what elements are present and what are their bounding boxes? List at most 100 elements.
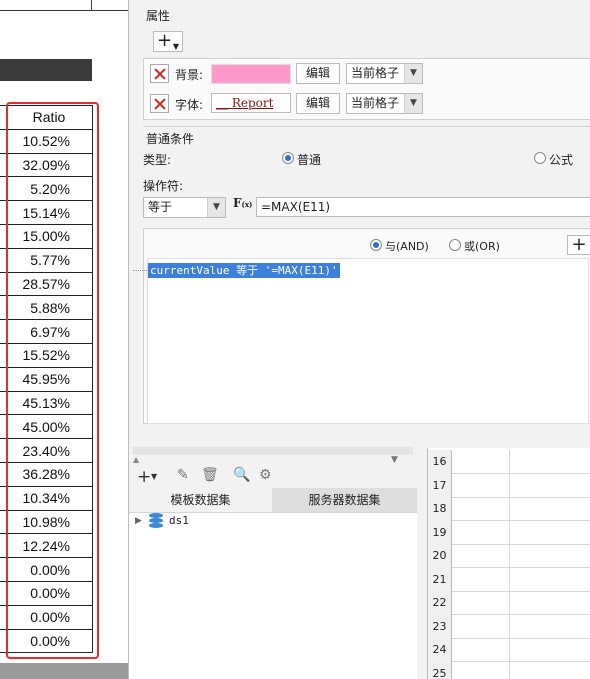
sheet-row[interactable]: 17 xyxy=(428,473,590,498)
dataset-item[interactable]: ds1 xyxy=(169,514,189,527)
row-number[interactable]: 19 xyxy=(428,520,452,545)
condition-item[interactable]: currentValue 等于 '=MAX(E11)' xyxy=(148,263,340,278)
tab-server-dataset[interactable]: 服务器数据集 xyxy=(272,488,417,512)
type-formula-label: 公式 xyxy=(549,153,574,167)
sheet-cell[interactable] xyxy=(452,591,510,615)
logic-and-radio[interactable] xyxy=(370,239,382,251)
row-number[interactable]: 22 xyxy=(428,591,452,615)
sheet-row[interactable]: 19 xyxy=(428,520,590,545)
sheet-row[interactable]: 20 xyxy=(428,544,590,568)
ratio-cell[interactable]: 15.14% xyxy=(0,200,93,225)
font-preview[interactable]: __ Report xyxy=(211,93,291,113)
row-number[interactable]: 20 xyxy=(428,544,452,568)
operator-value: 等于 xyxy=(148,200,173,214)
ratio-cell[interactable]: 0.00% xyxy=(0,604,93,630)
ratio-cell[interactable]: 45.00% xyxy=(0,414,93,440)
sheet-row[interactable]: 22 xyxy=(428,591,590,615)
ratio-cell[interactable]: 0.00% xyxy=(0,628,93,654)
sheet-cell[interactable] xyxy=(452,473,510,498)
row-number[interactable]: 24 xyxy=(428,638,452,662)
add-dataset-icon[interactable]: + xyxy=(137,467,151,487)
plus-icon: + xyxy=(571,234,587,255)
collapse-up-icon[interactable]: ▲ xyxy=(133,455,141,464)
plus-icon: + xyxy=(157,30,173,51)
sheet-cell[interactable] xyxy=(452,614,510,639)
logic-or-radio[interactable] xyxy=(449,239,461,251)
ratio-cell[interactable]: 15.00% xyxy=(0,223,93,249)
sheet-row[interactable]: 25 xyxy=(428,661,590,679)
server-dataset-icon[interactable]: ⚙ xyxy=(259,467,272,485)
ratio-cell[interactable]: 0.00% xyxy=(0,580,93,606)
sheet-row[interactable]: 23 xyxy=(428,614,590,639)
dataset-tree xyxy=(129,512,417,679)
remove-icon[interactable] xyxy=(150,94,169,113)
delete-icon[interactable]: 🗑 xyxy=(201,467,219,485)
row-number[interactable]: 21 xyxy=(428,567,452,592)
ratio-cell[interactable]: 15.52% xyxy=(0,342,93,368)
expand-arrow-icon[interactable]: ▶ xyxy=(135,516,142,526)
horizontal-scrollbar[interactable] xyxy=(133,447,413,455)
ratio-header[interactable]: Ratio xyxy=(0,105,93,130)
sheet-cell[interactable] xyxy=(452,520,510,545)
type-normal-radio[interactable] xyxy=(282,152,294,164)
sheet-scrollbar[interactable] xyxy=(0,663,128,679)
tab-template-dataset[interactable]: 模板数据集 xyxy=(129,488,272,512)
ratio-cell[interactable]: 10.98% xyxy=(0,509,93,535)
font-scope-select[interactable]: 当前格子 ▼ xyxy=(346,93,423,114)
chevron-down-icon: ▼ xyxy=(172,42,179,51)
preview-icon[interactable]: 🔍 xyxy=(233,467,250,485)
row-number[interactable]: 25 xyxy=(428,661,452,679)
row-number[interactable]: 23 xyxy=(428,614,452,639)
sheet-cell[interactable] xyxy=(452,638,510,662)
ratio-cell[interactable]: 32.09% xyxy=(0,152,93,178)
sheet-row[interactable]: 18 xyxy=(428,497,590,521)
remove-icon[interactable] xyxy=(150,64,169,83)
ratio-cell[interactable]: 10.34% xyxy=(0,485,93,511)
type-label: 类型: xyxy=(143,153,172,167)
chevron-down-icon: ▼ xyxy=(207,198,225,217)
ratio-cell[interactable]: 5.88% xyxy=(0,295,93,321)
font-scope-value: 当前格子 xyxy=(351,96,400,110)
edit-background-button[interactable]: 编辑 xyxy=(296,63,340,84)
add-condition-button[interactable]: + xyxy=(567,235,590,255)
ratio-cell[interactable]: 6.97% xyxy=(0,319,93,344)
dark-header-cell xyxy=(0,59,92,81)
background-label: 背景: xyxy=(175,68,204,82)
row-number[interactable]: 18 xyxy=(428,497,452,521)
sheet-row[interactable]: 24 xyxy=(428,638,590,662)
sheet-row[interactable]: 16 xyxy=(428,450,590,474)
ratio-cell[interactable]: 36.28% xyxy=(0,461,93,487)
ratio-cell[interactable]: 12.24% xyxy=(0,533,93,559)
sheet-cell[interactable] xyxy=(452,450,510,474)
row-number[interactable]: 17 xyxy=(428,473,452,498)
ratio-cell[interactable]: 28.57% xyxy=(0,271,93,297)
ratio-cell[interactable]: 45.95% xyxy=(0,366,93,392)
ratio-cell[interactable]: 45.13% xyxy=(0,390,93,416)
sheet-cell[interactable] xyxy=(452,567,510,592)
type-formula-radio[interactable] xyxy=(534,152,546,164)
operator-select[interactable]: 等于 ▼ xyxy=(143,197,226,218)
ratio-cell[interactable]: 5.20% xyxy=(0,176,93,202)
sheet-cell[interactable] xyxy=(452,544,510,568)
condition-attribute-panel: 属性 + ▼ 背景: 编辑 当前格子 ▼ 字体: __ Report 编辑 当前格… xyxy=(128,0,590,679)
font-label: 字体: xyxy=(175,98,204,112)
condition-title: 普通条件 xyxy=(146,132,195,146)
edit-icon[interactable]: ✎ xyxy=(177,467,189,485)
formula-editor-icon[interactable]: F(x) xyxy=(233,196,255,216)
background-scope-select[interactable]: 当前格子 ▼ xyxy=(346,63,423,84)
background-color-swatch[interactable] xyxy=(211,64,291,84)
logic-or-label: 或(OR) xyxy=(464,240,500,253)
formula-input[interactable]: =MAX(E11) xyxy=(256,197,590,217)
ratio-cell[interactable]: 0.00% xyxy=(0,557,93,582)
add-property-button[interactable]: + ▼ xyxy=(153,31,183,52)
sheet-cell[interactable] xyxy=(452,661,510,679)
ratio-cell[interactable]: 10.52% xyxy=(0,128,93,154)
ratio-cell[interactable]: 5.77% xyxy=(0,247,93,273)
sheet-cell[interactable] xyxy=(452,497,510,521)
sheet-row[interactable]: 21 xyxy=(428,567,590,592)
font-preview-text: Report xyxy=(231,96,274,110)
ratio-cell[interactable]: 23.40% xyxy=(0,438,93,463)
row-number[interactable]: 16 xyxy=(428,450,452,474)
properties-title: 属性 xyxy=(146,9,171,23)
edit-font-button[interactable]: 编辑 xyxy=(296,93,340,114)
